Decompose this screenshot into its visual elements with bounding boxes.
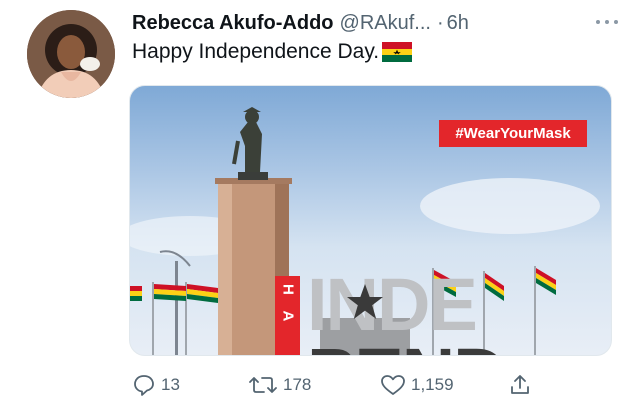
flag-left-2: [154, 284, 186, 301]
side-red-banner: H A: [275, 276, 300, 355]
flag-right-3: [536, 268, 556, 295]
tweet-body: Happy Independence Day.: [132, 40, 380, 63]
author-handle[interactable]: @RAkuf...: [340, 12, 431, 35]
reply-button[interactable]: 13: [132, 368, 180, 402]
heart-icon: [381, 375, 405, 395]
retweet-button[interactable]: 178: [248, 368, 311, 402]
retweet-count: 178: [283, 375, 312, 394]
tweet-actions: 13 178 1,159: [132, 368, 542, 402]
avatar-image: [27, 10, 115, 98]
wear-your-mask-badge: #WearYourMask: [439, 120, 587, 147]
independence-title-text: INDE: [307, 263, 478, 346]
like-button[interactable]: 1,159: [380, 368, 454, 402]
side-banner-text: H A: [279, 284, 297, 328]
independence-title-text-bottom: PEND: [307, 338, 507, 356]
flag-right-2: [485, 273, 504, 301]
ghana-flag-emoji-icon: [382, 42, 413, 62]
black-star-icon: [347, 284, 383, 319]
separator-dot: ·: [436, 11, 444, 34]
avatar[interactable]: [27, 10, 115, 98]
tweet-timestamp[interactable]: 6h: [447, 12, 469, 35]
reply-icon: [134, 375, 154, 396]
like-count: 1,159: [411, 375, 454, 394]
tweet-media-image[interactable]: #WearYourMask H A INDE PEND: [129, 85, 612, 356]
reply-count: 13: [161, 375, 180, 394]
tweet-header: Rebecca Akufo-Addo @RAkuf... · 6h: [132, 8, 624, 38]
share-icon: [511, 375, 529, 394]
retweet-icon: [249, 377, 277, 393]
share-button[interactable]: [508, 368, 532, 402]
flag-left-3: [187, 284, 218, 303]
more-options-icon[interactable]: [594, 10, 620, 34]
flag-left-1: [130, 286, 142, 301]
author-name[interactable]: Rebecca Akufo-Addo: [132, 12, 334, 35]
tweet-text: Happy Independence Day.: [132, 40, 413, 64]
